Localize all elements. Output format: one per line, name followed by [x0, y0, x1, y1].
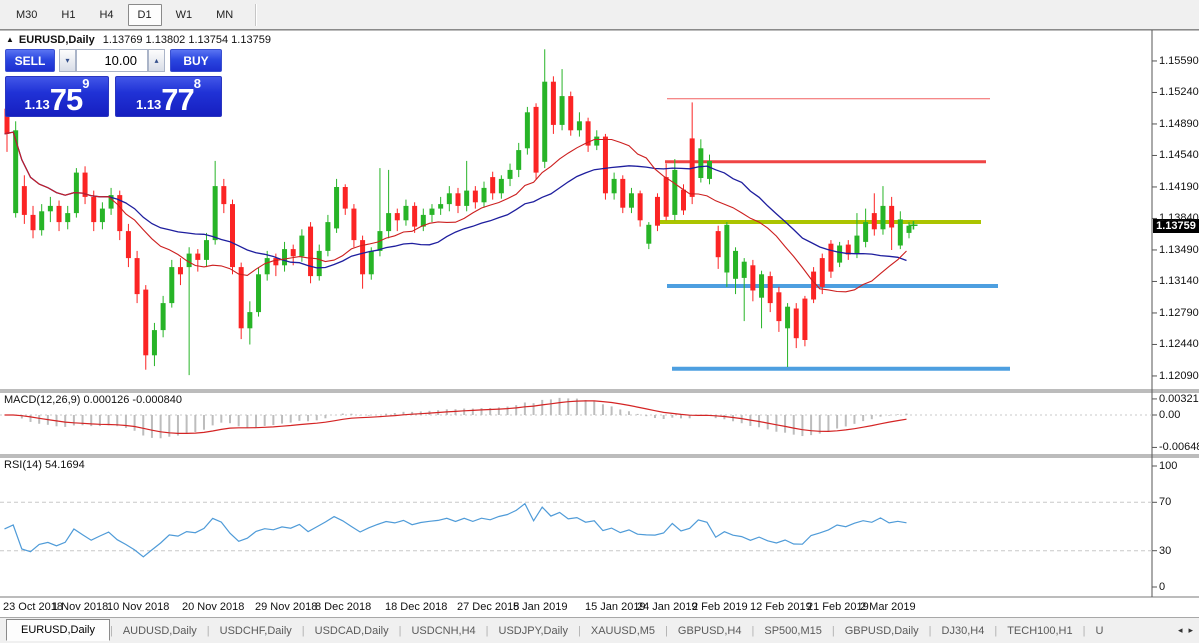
- date-axis-label: 2 Mar 2019: [860, 601, 916, 613]
- price-axis-label: 1.14190: [1159, 180, 1199, 193]
- chart-symbol-label: EURUSD,Daily: [18, 34, 95, 46]
- macd-axis-label: 0.00: [1159, 409, 1181, 421]
- date-axis-label: 1 Nov 2018: [52, 601, 109, 613]
- rsi-indicator-label: RSI(14) 54.1694: [4, 459, 85, 471]
- up-arrow-icon: ▴: [154, 56, 159, 65]
- tab-usdchf-daily[interactable]: USDCHF,Daily: [210, 621, 302, 641]
- current-bar-marker-icon: +: [908, 219, 919, 234]
- rsi-axis-label: 70: [1159, 496, 1172, 509]
- down-arrow-icon: ▾: [65, 56, 70, 65]
- volume-field[interactable]: 10.00: [76, 49, 148, 72]
- price-axis-label: 1.13490: [1159, 243, 1199, 256]
- chart-ohlc-values: 1.13769 1.13802 1.13754 1.13759: [102, 34, 271, 46]
- tab-scroll-left-icon[interactable]: ◂: [1175, 623, 1186, 638]
- chart-tab-bar: EURUSD,Daily | AUDUSD,Daily | USDCHF,Daily | U…: [0, 617, 1199, 643]
- tab-usdcad-daily[interactable]: USDCAD,Daily: [305, 621, 399, 641]
- price-axis-label: 1.13140: [1159, 275, 1199, 288]
- rsi-axis-label: 30: [1159, 544, 1172, 557]
- trade-panel: SELL ▾ 10.00 ▴ BUY 1.13 75 9 1.13 77 8: [5, 49, 223, 117]
- date-axis-label: 2 Feb 2019: [692, 601, 748, 613]
- buy-price-big: 77: [161, 82, 194, 117]
- chart-collapse-icon[interactable]: ▲: [6, 35, 14, 44]
- volume-decrease-button[interactable]: ▾: [59, 49, 76, 72]
- date-axis-label: 29 Nov 2018: [255, 601, 318, 613]
- tab-scroll-right-icon[interactable]: ▸: [1185, 623, 1196, 638]
- date-axis-label: 12 Feb 2019: [750, 601, 812, 613]
- tab-sp500-m15[interactable]: SP500,M15: [754, 621, 831, 641]
- macd-indicator-label: MACD(12,26,9) 0.000126 -0.000840: [4, 394, 182, 406]
- sell-price-display[interactable]: 1.13 75 9: [5, 76, 109, 117]
- mt4-window: M30 H1 H4 D1 W1 MN + ▲ EURUSD,Daily 1.13769 1.1…: [0, 0, 1199, 643]
- sell-button[interactable]: SELL: [5, 49, 55, 72]
- date-axis-label: 27 Dec 2018: [457, 601, 520, 613]
- price-axis-label: 1.14890: [1159, 117, 1199, 130]
- tab-usdjpy-daily[interactable]: USDJPY,Daily: [489, 621, 579, 641]
- buy-price-prefix: 1.13: [135, 97, 162, 112]
- date-axis-label: 10 Nov 2018: [107, 601, 170, 613]
- date-axis-label: 8 Dec 2018: [315, 601, 372, 613]
- chart-area: + ▲ EURUSD,Daily 1.13769 1.13802 1.13754 1…: [0, 29, 1199, 617]
- tab-gbpusd-daily[interactable]: GBPUSD,Daily: [835, 621, 929, 641]
- volume-increase-button[interactable]: ▴: [148, 49, 165, 72]
- macd-axis-label: 0.003216: [1159, 392, 1199, 405]
- tab-eurusd-daily[interactable]: EURUSD,Daily: [6, 618, 110, 641]
- chart-title: ▲ EURUSD,Daily 1.13769 1.13802 1.13754 1.1…: [6, 34, 271, 46]
- price-axis-label: 1.13840: [1159, 212, 1199, 225]
- buy-price-display[interactable]: 1.13 77 8: [115, 76, 222, 117]
- date-axis-label: 20 Nov 2018: [182, 601, 245, 613]
- tab-audusd-daily[interactable]: AUDUSD,Daily: [113, 621, 207, 641]
- tab-dj30-h4[interactable]: DJ30,H4: [932, 621, 995, 641]
- tab-gbpusd-h4[interactable]: GBPUSD,H4: [668, 621, 752, 641]
- price-axis-label: 1.15240: [1159, 86, 1199, 99]
- rsi-axis-label: 100: [1159, 460, 1178, 472]
- price-axis-label: 1.12790: [1159, 306, 1199, 319]
- price-axis-label: 1.12440: [1159, 338, 1199, 351]
- sell-price-sup: 9: [82, 76, 90, 91]
- sell-price-prefix: 1.13: [24, 97, 50, 112]
- date-axis-label: 5 Jan 2019: [513, 601, 568, 613]
- tab-usdcnh-h4[interactable]: USDCNH,H4: [401, 621, 485, 641]
- buy-price-sup: 8: [193, 76, 202, 91]
- sell-price-big: 75: [49, 82, 83, 117]
- tab-tech100-h1[interactable]: TECH100,H1: [997, 621, 1082, 641]
- date-axis-label: 24 Jan 2019: [637, 601, 698, 613]
- price-axis-label: 1.15590: [1159, 54, 1199, 67]
- buy-button[interactable]: BUY: [170, 49, 222, 72]
- tab-u[interactable]: U: [1085, 621, 1113, 641]
- price-axis-label: 1.14540: [1159, 149, 1199, 162]
- tab-xauusd-m5[interactable]: XAUUSD,M5: [581, 621, 665, 641]
- price-axis-label: 1.12090: [1159, 369, 1199, 382]
- date-axis-label: 18 Dec 2018: [385, 601, 448, 613]
- macd-axis-label: -0.006485: [1159, 441, 1199, 454]
- rsi-axis-label: 0: [1159, 581, 1166, 593]
